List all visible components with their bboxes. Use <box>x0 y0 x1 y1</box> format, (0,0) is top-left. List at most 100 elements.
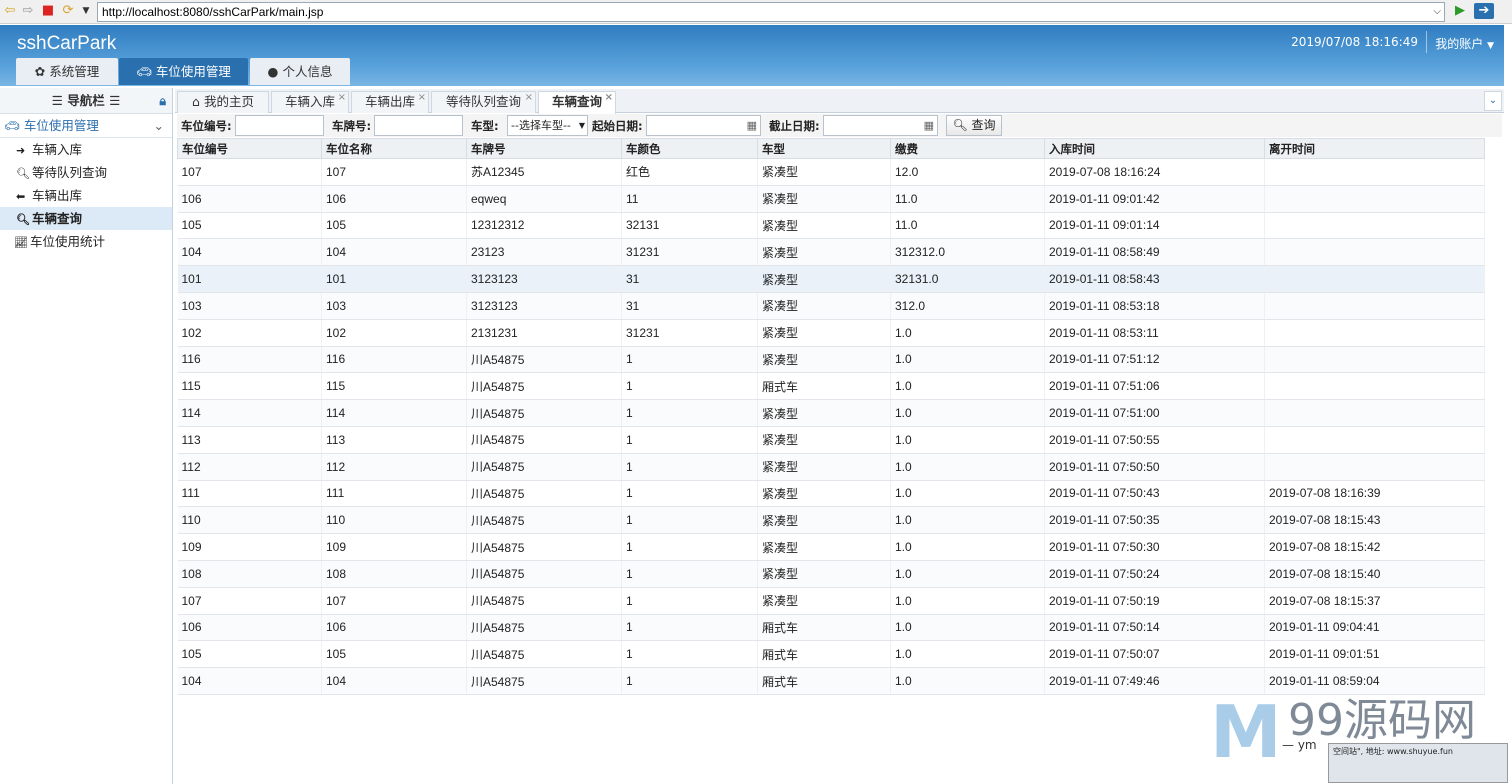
query-button[interactable]: 🔍︎ 查询 <box>946 115 1002 136</box>
tab-car-out[interactable]: 车辆出库 × <box>351 91 429 113</box>
car-type-select[interactable]: --选择车型-- ▼ <box>507 115 588 136</box>
table-cell: 2019-01-11 07:51:06 <box>1044 372 1265 401</box>
table-cell: 2019-01-11 07:50:55 <box>1044 426 1265 454</box>
table-row[interactable]: 111 111 川A54875 1 紧凑型 1.0 2019-01-11 07:50:43 2… <box>177 480 1485 508</box>
table-cell: 2019-01-11 09:01:14 <box>1044 212 1265 240</box>
table-cell: 105 <box>177 212 322 240</box>
account-label: 我的账户 <box>1435 37 1484 51</box>
user-icon: ● <box>267 64 279 79</box>
stop-icon[interactable]: ■ <box>40 3 56 19</box>
table-cell: 紧凑型 <box>757 158 891 186</box>
tab-home[interactable]: ⌂ 我的主页 <box>177 91 269 113</box>
collapse-icon[interactable]: ⌄ <box>1484 91 1502 111</box>
table-cell: 1.0 <box>890 426 1045 454</box>
table-cell: 川A54875 <box>466 560 622 588</box>
table-row[interactable]: 107 107 苏A12345 红色 紧凑型 12.0 2019-07-08 18:16:2… <box>177 158 1485 186</box>
history-dropdown-icon[interactable]: ▼ <box>78 3 94 19</box>
close-icon[interactable]: × <box>338 88 346 108</box>
column-header[interactable]: 车牌号 <box>466 138 622 159</box>
sidebar-item-car-in[interactable]: ➜ 车辆入库 <box>0 138 172 161</box>
table-cell: 31 <box>621 292 758 320</box>
start-date-input[interactable]: ▦ <box>646 115 761 136</box>
table-cell <box>1264 185 1485 213</box>
column-header[interactable]: 车位编号 <box>177 138 322 159</box>
table-cell: 2019-07-08 18:15:40 <box>1264 560 1485 588</box>
column-header[interactable]: 车型 <box>757 138 891 159</box>
table-cell: 116 <box>177 346 322 374</box>
refresh-icon[interactable]: ⟳ <box>60 3 76 19</box>
table-row[interactable]: 110 110 川A54875 1 紧凑型 1.0 2019-01-11 07:50:35 2… <box>177 506 1485 535</box>
table-cell: 川A54875 <box>466 453 622 481</box>
table-row[interactable]: 105 105 川A54875 1 厢式车 1.0 2019-01-11 07:50:07 2… <box>177 640 1485 669</box>
table-cell: 104 <box>177 667 322 695</box>
tab-parking-management[interactable]: 🚗︎ 车位使用管理 <box>119 58 248 85</box>
column-header[interactable]: 缴费 <box>890 138 1045 159</box>
table-cell <box>1264 292 1485 320</box>
plate-input[interactable] <box>374 115 463 136</box>
tab-personal-info[interactable]: ● 个人信息 <box>250 58 350 85</box>
exit-icon[interactable]: ➔ <box>1474 3 1494 19</box>
table-row[interactable]: 115 115 川A54875 1 厢式车 1.0 2019-01-11 07:51:06 <box>177 372 1485 401</box>
lock-icon[interactable]: 🔒︎ <box>159 88 166 114</box>
table-row[interactable]: 107 107 川A54875 1 紧凑型 1.0 2019-01-11 07:50:19 2… <box>177 587 1485 615</box>
sidebar-item-label: 车位使用统计 <box>30 234 106 249</box>
table-cell: 川A54875 <box>466 399 622 427</box>
sidebar-item-queue[interactable]: 🔍︎ 等待队列查询 <box>0 161 172 184</box>
table-cell: 1 <box>621 372 758 401</box>
table-row[interactable]: 108 108 川A54875 1 紧凑型 1.0 2019-01-11 07:50:24 2… <box>177 560 1485 588</box>
table-cell <box>1264 212 1485 240</box>
calendar-icon[interactable]: ▦ <box>924 116 934 135</box>
menu-icon: ☰ <box>109 93 121 108</box>
table-cell: 紧凑型 <box>757 319 891 347</box>
column-header[interactable]: 车颜色 <box>621 138 758 159</box>
table-cell: 2019-01-11 09:04:41 <box>1264 614 1485 642</box>
table-cell: 2019-07-08 18:15:42 <box>1264 533 1485 561</box>
column-header[interactable]: 入库时间 <box>1044 138 1265 159</box>
space-no-input[interactable] <box>235 115 324 136</box>
table-cell: 104 <box>321 238 467 267</box>
table-row[interactable]: 116 116 川A54875 1 紧凑型 1.0 2019-01-11 07:51:12 <box>177 346 1485 374</box>
table-cell: 12.0 <box>890 158 1045 186</box>
table-row[interactable]: 113 113 川A54875 1 紧凑型 1.0 2019-01-11 07:50:55 <box>177 426 1485 454</box>
close-icon[interactable]: × <box>525 88 533 108</box>
close-icon[interactable]: × <box>605 88 613 108</box>
column-header[interactable]: 离开时间 <box>1264 138 1485 159</box>
table-cell: 2019-01-11 07:50:43 <box>1044 480 1265 508</box>
table-cell: 1.0 <box>890 614 1045 642</box>
url-text: http://localhost:8080/sshCarPark/main.js… <box>102 5 324 19</box>
table-row[interactable]: 101 101 3123123 31 紧凑型 32131.0 2019-01-11 08:5… <box>177 265 1485 293</box>
table-cell: 23123 <box>466 238 622 267</box>
table-row[interactable]: 106 106 eqweq 11 紧凑型 11.0 2019-01-11 09:01:42 <box>177 185 1485 213</box>
table-cell: 111 <box>321 480 467 508</box>
tab-queue[interactable]: 等待队列查询 × <box>431 91 536 113</box>
close-icon[interactable]: × <box>418 88 426 108</box>
table-row[interactable]: 114 114 川A54875 1 紧凑型 1.0 2019-01-11 07:51:00 <box>177 399 1485 427</box>
table-cell: 2019-01-11 08:53:18 <box>1044 292 1265 320</box>
table-row[interactable]: 109 109 川A54875 1 紧凑型 1.0 2019-01-11 07:50:30 2… <box>177 533 1485 561</box>
table-cell: 1 <box>621 346 758 374</box>
address-dropdown-icon[interactable]: ⌵ <box>1433 3 1441 21</box>
tab-car-in[interactable]: 车辆入库 × <box>271 91 349 113</box>
table-row[interactable]: 105 105 12312312 32131 紧凑型 11.0 2019-01-11 09:… <box>177 212 1485 240</box>
table-row[interactable]: 102 102 2131231 31231 紧凑型 1.0 2019-01-11 08:53… <box>177 319 1485 347</box>
sidebar-item-car-out[interactable]: ⬅ 车辆出库 <box>0 184 172 207</box>
table-row[interactable]: 106 106 川A54875 1 厢式车 1.0 2019-01-11 07:50:14 2… <box>177 614 1485 642</box>
sidebar-item-stats[interactable]: 📈︎ 车位使用统计 <box>0 230 172 253</box>
caret-down-icon: ▼ <box>1487 41 1494 51</box>
go-icon[interactable]: ▶ <box>1452 3 1468 19</box>
account-menu[interactable]: 我的账户 ▼ <box>1435 35 1494 52</box>
back-icon[interactable]: ⇦ <box>2 3 18 19</box>
space-no-label: 车位编号: <box>181 119 232 133</box>
calendar-icon[interactable]: ▦ <box>747 116 757 135</box>
table-row[interactable]: 104 104 23123 31231 紧凑型 312312.0 2019-01-11 08… <box>177 238 1485 267</box>
table-row[interactable]: 112 112 川A54875 1 紧凑型 1.0 2019-01-11 07:50:50 <box>177 453 1485 481</box>
address-bar[interactable]: http://localhost:8080/sshCarPark/main.js… <box>97 2 1445 22</box>
table-row[interactable]: 103 103 3123123 31 紧凑型 312.0 2019-01-11 08:53:… <box>177 292 1485 320</box>
tab-car-query[interactable]: 车辆查询 × <box>538 91 616 114</box>
forward-icon[interactable]: ⇨ <box>20 3 36 19</box>
end-date-input[interactable]: ▦ <box>823 115 938 136</box>
sidebar-item-car-query[interactable]: 🔍︎ 车辆查询 <box>0 207 172 230</box>
column-header[interactable]: 车位名称 <box>321 138 467 159</box>
sidebar-group-parking[interactable]: 🚗︎ 车位使用管理 ⌄ <box>0 114 172 138</box>
tab-system-management[interactable]: ✿ 系统管理 <box>16 58 118 85</box>
